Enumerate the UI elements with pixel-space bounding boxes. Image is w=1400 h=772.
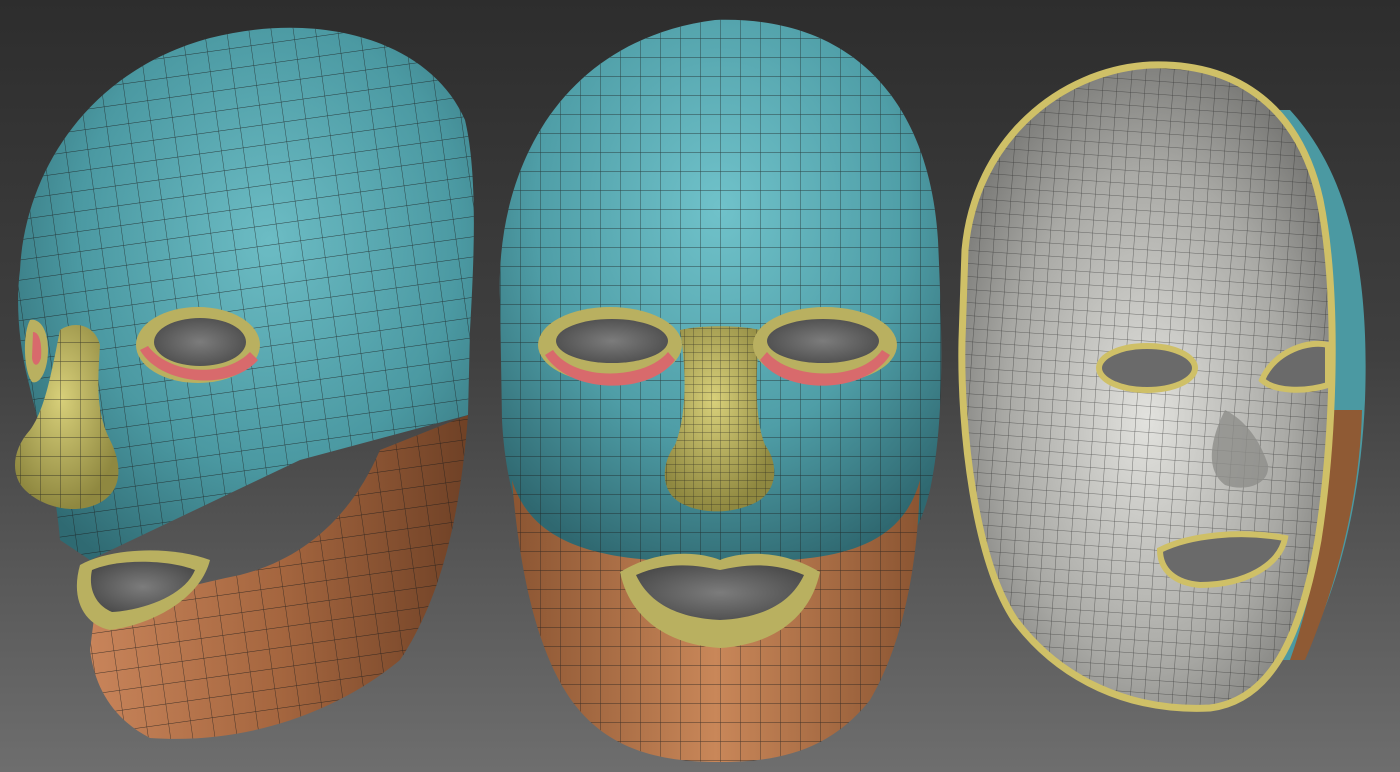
eye-hole-left [556,319,668,363]
viewport[interactable] [0,0,1400,772]
eye-hole-inner-left [1096,343,1198,393]
mask-interior-view [958,61,1366,712]
eye-hole-right [767,319,879,363]
scene [14,19,1366,762]
eye-hole-near [154,318,246,366]
mask-three-quarter-view [14,27,474,739]
mask-front-view [499,19,942,762]
